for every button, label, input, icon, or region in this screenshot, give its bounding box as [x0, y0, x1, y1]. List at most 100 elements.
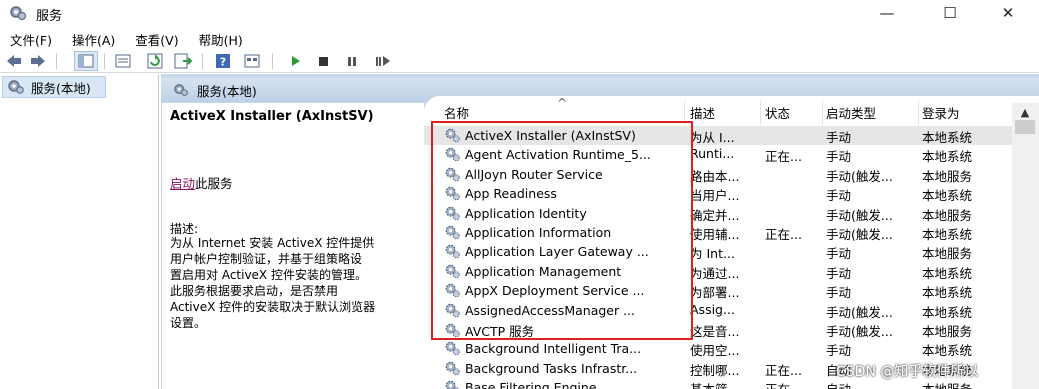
service-name: Background Intelligent Tra... [465, 341, 642, 357]
toolbar: ? [0, 49, 1039, 73]
services-icon [8, 80, 24, 94]
service-startup-type: 手动 [826, 246, 852, 262]
service-startup-type: 手动(触发... [826, 207, 893, 223]
menu-bar: 文件(F) 操作(A) 查看(V) 帮助(H) [0, 27, 253, 49]
gear-icon [445, 361, 460, 376]
properties-icon [115, 54, 131, 68]
service-description: 为从 I... [690, 130, 735, 145]
vertical-scrollbar[interactable]: ▲ [1012, 103, 1039, 389]
column-header-description[interactable]: 描述 [690, 102, 762, 122]
service-log-on-as: 本地系统 [922, 265, 973, 281]
service-status: 正在... [765, 362, 802, 378]
tree-item-services-local[interactable]: 服务(本地) [2, 76, 106, 98]
scroll-up-icon[interactable]: ▲ [1018, 105, 1032, 119]
start-service-suffix: 此服务 [195, 176, 233, 191]
stop-service-button[interactable] [314, 51, 332, 71]
console-tree: 服务(本地) [0, 74, 159, 389]
scrollbar-thumb[interactable] [1015, 120, 1035, 134]
service-status: 正在... [765, 379, 823, 389]
view-button[interactable] [241, 51, 263, 71]
service-description: 基本筛... [690, 379, 764, 389]
service-log-on-as: 本地系统 [922, 188, 973, 204]
service-description: 这是音... [690, 324, 740, 339]
refresh-button[interactable] [144, 51, 166, 71]
back-button[interactable] [4, 51, 24, 71]
menu-file[interactable]: 文件(F) [0, 27, 62, 49]
resume-icon [376, 56, 390, 66]
service-startup-type: 手动 [826, 343, 852, 359]
service-startup-type: 手动 [826, 149, 852, 165]
menu-help[interactable]: 帮助(H) [189, 27, 253, 49]
help-icon: ? [216, 54, 230, 69]
service-description: 确定并... [690, 207, 740, 223]
service-name-cell: Background Tasks Infrastr... [444, 360, 686, 377]
services-app-icon [10, 6, 27, 21]
start-service-button[interactable] [286, 51, 304, 71]
service-startup-type: 手动(触发... [826, 227, 893, 242]
pane-header-title: 服务(本地) [197, 83, 257, 99]
pause-service-button[interactable] [343, 51, 361, 71]
service-log-on-as: 本地服务 [922, 246, 973, 262]
service-log-on-as: 本地服务 [922, 168, 973, 184]
watermark: CSDN @知乎软件所以 [836, 364, 979, 380]
service-startup-type: 手动 [826, 265, 852, 281]
close-button[interactable]: ✕ [985, 0, 1031, 26]
service-row[interactable]: Background Intelligent Tra... 使用空... 手动 本地系… [424, 339, 1014, 358]
column-header-startup-type[interactable]: 启动类型 [826, 102, 916, 122]
service-startup-type: 手动 [826, 130, 852, 145]
start-service-link[interactable]: 启动 [170, 176, 195, 191]
service-description: 使用辅... [690, 227, 740, 242]
service-status: 正在... [765, 227, 802, 242]
service-description: 为 Int... [690, 246, 735, 262]
service-detail-title: ActiveX Installer (AxInstSV) [170, 109, 374, 124]
minimize-button[interactable]: — [864, 0, 910, 26]
service-startup-type: 手动 [826, 188, 852, 204]
service-description: 路由本... [690, 168, 740, 184]
service-log-on-as: 本地服务 [922, 207, 973, 223]
properties-button[interactable] [112, 51, 134, 71]
service-startup-type: 手动(触发... [826, 168, 893, 184]
service-name-cell: Background Intelligent Tra... [444, 340, 686, 357]
maximize-button[interactable]: ☐ [927, 0, 973, 26]
window-title: 服务 [36, 9, 63, 24]
service-status: 正在... [765, 149, 802, 165]
service-name: Background Tasks Infrastr... [465, 360, 638, 376]
service-description: Runti... [690, 146, 735, 162]
column-header-log-on-as[interactable]: 登录为 [922, 102, 1002, 122]
service-startup-type: 手动(触发... [826, 324, 893, 339]
help-button[interactable]: ? [213, 51, 233, 71]
service-description: 为通过... [690, 265, 740, 281]
service-description: 控制哪... [690, 362, 740, 378]
column-header-status[interactable]: 状态 [765, 102, 821, 122]
service-log-on-as: 本地服务 [922, 324, 973, 339]
back-icon [7, 55, 21, 67]
services-icon [174, 84, 188, 96]
export-list-button[interactable] [172, 51, 194, 71]
menu-action[interactable]: 操作(A) [62, 27, 125, 49]
gear-icon [445, 380, 460, 389]
service-detail-panel: ActiveX Installer (AxInstSV) 启动此服务 描述: 为… [162, 103, 424, 389]
service-startup-type: 手动 [826, 285, 852, 301]
highlight-box [431, 121, 693, 340]
service-log-on-as: 本地系统 [922, 149, 973, 165]
menu-view[interactable]: 查看(V) [125, 27, 188, 49]
service-description: 使用空... [690, 343, 740, 359]
description-text: 为从 Internet 安装 ActiveX 控件提供 用户帐户控制验证，并基于… [170, 236, 376, 330]
forward-icon [31, 55, 45, 67]
console-tree-button[interactable] [74, 51, 98, 71]
service-startup-type: 手动(触发... [826, 304, 893, 320]
stop-icon [319, 57, 328, 66]
service-name-cell: Base Filtering Engine [444, 379, 686, 389]
tree-item-label: 服务(本地) [31, 80, 91, 96]
service-log-on-as: 本地系统 [922, 304, 973, 320]
restart-service-button[interactable] [372, 51, 394, 71]
export-icon [174, 53, 192, 69]
gear-icon [445, 342, 460, 356]
forward-button[interactable] [28, 51, 48, 71]
refresh-icon [147, 53, 163, 69]
service-log-on-as: 本地系统 [922, 130, 973, 145]
pause-icon [348, 57, 356, 66]
service-log-on-as: 本地系统 [922, 285, 973, 301]
column-header-name[interactable]: 名称 [444, 102, 684, 122]
service-log-on-as: 本地系统 [922, 343, 973, 359]
